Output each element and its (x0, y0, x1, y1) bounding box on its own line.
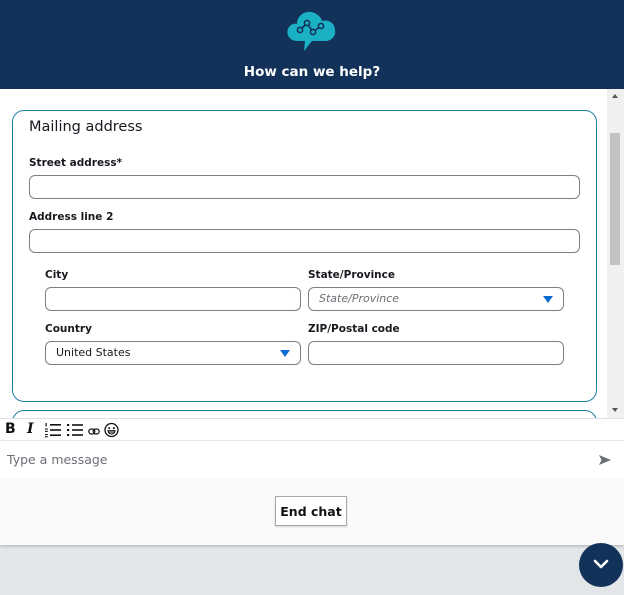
numbered-list-icon[interactable] (45, 422, 62, 438)
address-line-2-input[interactable] (29, 229, 580, 253)
scrollbar-thumb[interactable] (610, 133, 620, 265)
zip-postal-code-input[interactable] (308, 341, 564, 365)
scroll-down-arrow-icon[interactable] (612, 408, 618, 412)
message-scrollbar[interactable] (607, 89, 624, 418)
country-label: Country (45, 323, 92, 335)
chevron-down-icon (280, 350, 290, 357)
street-address-input[interactable] (29, 175, 580, 199)
minimize-chat-button[interactable] (579, 543, 623, 587)
header-title: How can we help? (243, 64, 381, 80)
card-title: Mailing address (29, 119, 143, 135)
send-icon[interactable] (598, 454, 612, 466)
country-select[interactable]: United States (45, 341, 301, 365)
chat-panel: Mailing address Street address* Address … (0, 89, 624, 545)
message-composer (0, 441, 624, 478)
cloud-chat-network-icon (287, 11, 336, 52)
street-address-label: Street address* (29, 157, 123, 169)
mailing-address-card: Mailing address Street address* Address … (12, 110, 597, 402)
zip-postal-code-label: ZIP/Postal code (308, 323, 400, 335)
chevron-down-icon (593, 559, 609, 569)
state-province-select[interactable]: State/Province (308, 287, 564, 311)
chevron-down-icon (543, 296, 553, 303)
chat-header: How can we help? (0, 0, 624, 89)
scroll-up-arrow-icon[interactable] (612, 94, 618, 98)
message-area: Mailing address Street address* Address … (0, 89, 624, 418)
bold-icon[interactable]: B (5, 421, 16, 437)
link-icon[interactable] (88, 424, 100, 440)
country-value: United States (56, 346, 131, 359)
bulleted-list-icon[interactable] (67, 422, 84, 438)
address-line-2-label: Address line 2 (29, 211, 114, 223)
state-province-label: State/Province (308, 269, 395, 281)
formatting-toolbar: B I (0, 418, 624, 441)
city-input[interactable] (45, 287, 301, 311)
state-province-placeholder: State/Province (319, 292, 400, 305)
emoji-icon[interactable] (104, 422, 119, 438)
message-input[interactable] (0, 441, 585, 478)
end-chat-button[interactable]: End chat (275, 496, 347, 526)
italic-icon[interactable]: I (27, 421, 34, 437)
next-card-partial (12, 410, 597, 418)
city-label: City (45, 269, 69, 281)
